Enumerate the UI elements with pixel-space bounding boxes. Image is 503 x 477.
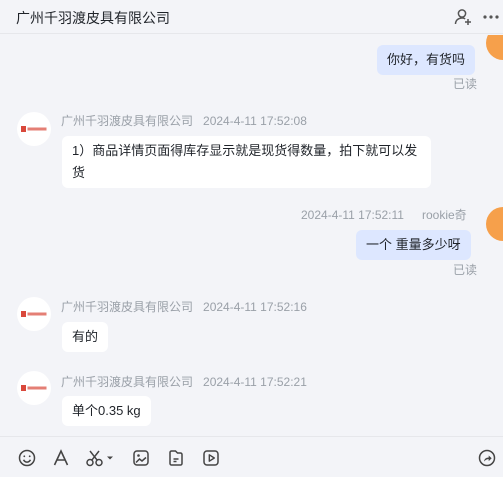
- sender-name: rookie奇: [421, 208, 467, 222]
- message-list[interactable]: 你好，有货吗 已读 广州千羽渡皮具有限公司 2024-4-11 17:52:08 …: [0, 35, 503, 435]
- screenshot-icon[interactable]: [85, 448, 115, 468]
- font-icon[interactable]: [51, 448, 71, 468]
- shop-avatar[interactable]: [17, 112, 51, 146]
- input-toolbar: [0, 436, 503, 477]
- message-time: 2024-4-11 17:52:16: [203, 300, 307, 314]
- my-avatar[interactable]: [486, 207, 503, 241]
- read-status: 已读: [453, 77, 478, 91]
- message-time: 2024-4-11 17:52:21: [203, 375, 307, 389]
- message-bubble-other[interactable]: 单个0.35 kg: [62, 396, 151, 426]
- chat-title: 广州千羽渡皮具有限公司: [16, 10, 170, 26]
- read-status: 已读: [453, 263, 478, 277]
- emoji-icon[interactable]: [17, 448, 37, 468]
- message-bubble-mine[interactable]: 一个 重量多少呀: [356, 230, 471, 260]
- sender-name: 广州千羽渡皮具有限公司: [61, 300, 194, 314]
- shop-avatar[interactable]: [17, 371, 51, 405]
- video-icon[interactable]: [201, 448, 221, 468]
- message-time: 2024-4-11 17:52:11: [301, 208, 404, 222]
- add-contact-icon[interactable]: [453, 7, 473, 27]
- my-avatar[interactable]: [486, 35, 503, 60]
- message-bubble-other[interactable]: 1）商品详情页面得库存显示就是现货得数量，拍下就可以发货: [62, 136, 431, 188]
- sender-name: 广州千羽渡皮具有限公司: [61, 375, 194, 389]
- message-bubble-other[interactable]: 有的: [62, 322, 109, 352]
- share-icon[interactable]: [477, 448, 497, 468]
- shop-avatar[interactable]: [17, 297, 51, 331]
- more-icon[interactable]: [481, 7, 501, 27]
- message-meta: 广州千羽渡皮具有限公司 2024-4-11 17:52:21: [61, 373, 307, 390]
- message-meta: 2024-4-11 17:52:11 rookie奇: [301, 206, 467, 223]
- file-icon[interactable]: [166, 448, 186, 468]
- sender-name: 广州千羽渡皮具有限公司: [61, 114, 194, 128]
- message-meta: 广州千羽渡皮具有限公司 2024-4-11 17:52:08: [61, 112, 307, 129]
- message-time: 2024-4-11 17:52:08: [203, 114, 307, 128]
- image-icon[interactable]: [131, 448, 151, 468]
- message-bubble-mine[interactable]: 你好，有货吗: [377, 45, 476, 75]
- chat-header: 广州千羽渡皮具有限公司: [0, 0, 503, 34]
- message-meta: 广州千羽渡皮具有限公司 2024-4-11 17:52:16: [61, 298, 307, 315]
